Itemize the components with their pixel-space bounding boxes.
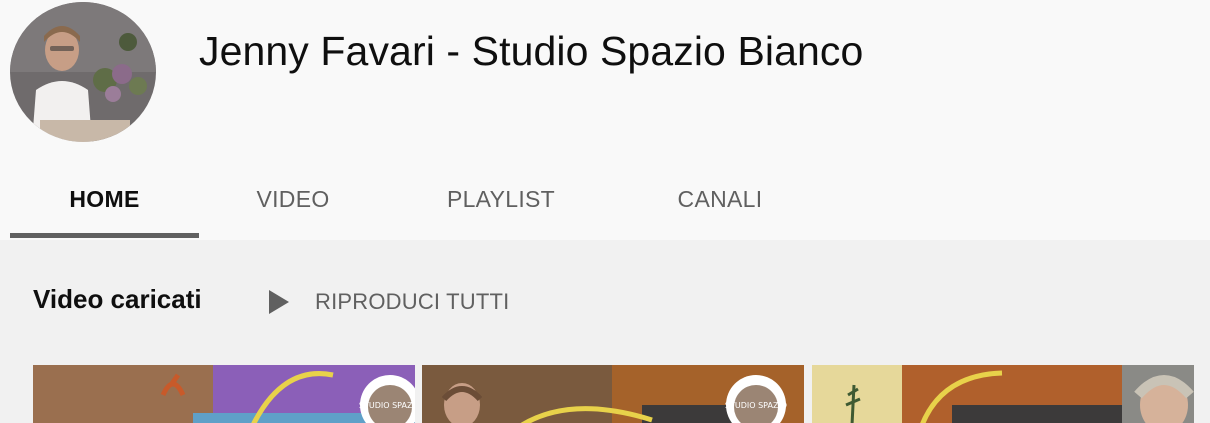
channel-title: Jenny Favari - Studio Spazio Bianco — [199, 28, 864, 74]
uploads-section: Video caricati RIPRODUCI TUTTI STUDIO SP… — [0, 240, 1210, 423]
section-title: Video caricati — [33, 284, 202, 314]
play-all-label: RIPRODUCI TUTTI — [315, 289, 510, 314]
thumbnail-image: STUDIO SPAZIO — [422, 365, 804, 423]
avatar-photo — [10, 2, 156, 142]
tab-playlist[interactable]: PLAYLIST — [387, 160, 615, 238]
thumbnail-logo-text: STUDIO SPAZIO — [359, 401, 415, 410]
video-thumbnail[interactable]: STUDIO SPAZIO — [422, 365, 804, 423]
video-thumbnail[interactable] — [812, 365, 1194, 423]
channel-avatar[interactable] — [10, 2, 156, 142]
play-icon — [269, 290, 289, 314]
thumbnail-image — [812, 365, 1194, 423]
tab-canali[interactable]: CANALI — [615, 160, 825, 238]
thumbnail-logo-text: STUDIO SPAZIO — [725, 401, 787, 410]
tab-home[interactable]: HOME — [10, 160, 199, 238]
channel-tabs: HOME VIDEO PLAYLIST CANALI — [0, 160, 1210, 240]
video-thumbnail[interactable]: STUDIO SPAZIO — [33, 365, 415, 423]
tab-video[interactable]: VIDEO — [199, 160, 387, 238]
play-all-button[interactable]: RIPRODUCI TUTTI — [266, 282, 509, 322]
active-tab-indicator — [10, 233, 199, 238]
thumbnail-image: STUDIO SPAZIO — [33, 365, 415, 423]
